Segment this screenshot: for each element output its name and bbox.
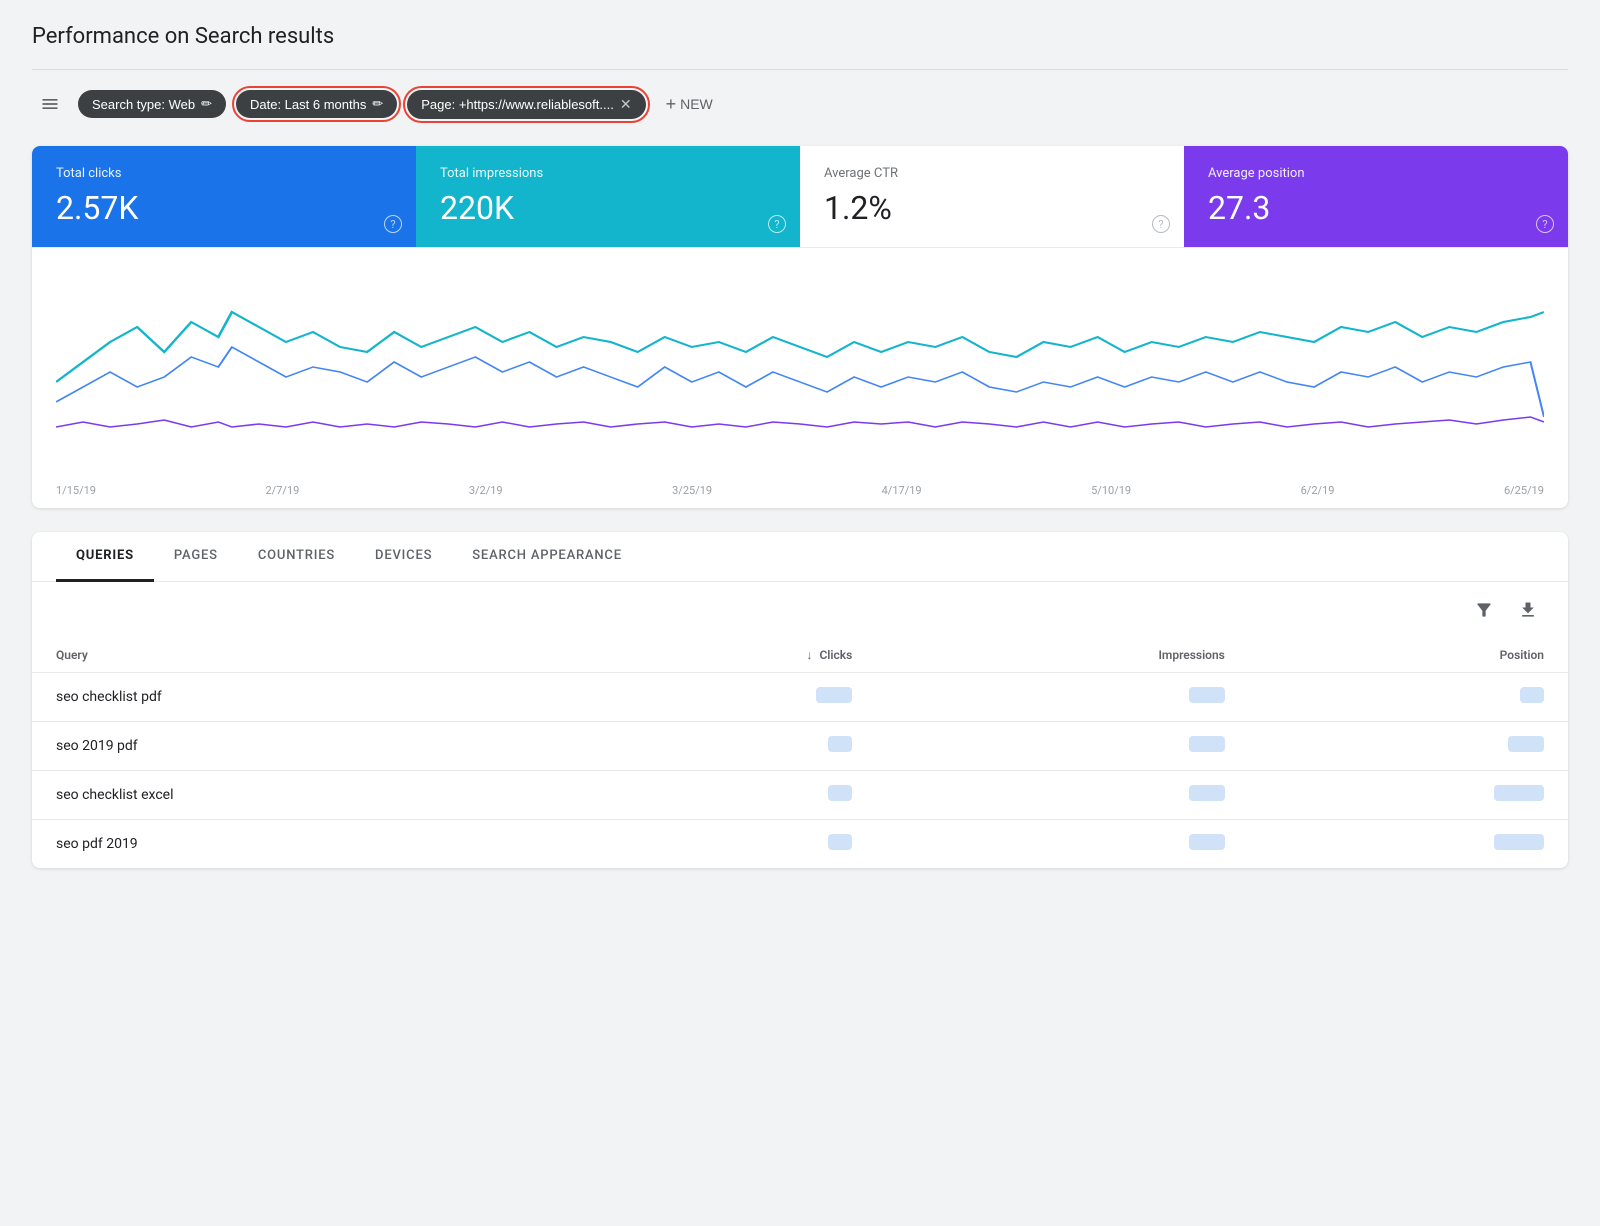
impressions-cell xyxy=(876,673,1249,722)
col-header-impressions[interactable]: Impressions xyxy=(876,638,1249,673)
filter-bar: Search type: Web ✏ Date: Last 6 months ✏… xyxy=(32,86,1568,122)
query-cell[interactable]: seo checklist excel xyxy=(32,771,571,820)
sort-down-icon: ↓ xyxy=(806,648,812,662)
metric-label-position: Average position xyxy=(1208,166,1544,181)
page-label: Page: +https://www.reliablesoft.... xyxy=(421,97,614,112)
queries-table: Query ↓ Clicks Impressions Position seo … xyxy=(32,638,1568,868)
col-header-position[interactable]: Position xyxy=(1249,638,1568,673)
menu-icon-button[interactable] xyxy=(32,86,68,122)
metric-help-impressions[interactable]: ? xyxy=(768,215,786,233)
tab-queries[interactable]: QUERIES xyxy=(56,532,154,582)
col-header-query: Query xyxy=(32,638,571,673)
tab-countries[interactable]: COUNTRIES xyxy=(238,532,355,582)
impressions-cell xyxy=(876,771,1249,820)
table-toolbar xyxy=(32,582,1568,638)
performance-card: Total clicks 2.57K ? Total impressions 2… xyxy=(32,146,1568,508)
query-cell[interactable]: seo pdf 2019 xyxy=(32,820,571,869)
position-cell xyxy=(1249,722,1568,771)
metric-help-clicks[interactable]: ? xyxy=(384,215,402,233)
metric-tile-impressions[interactable]: Total impressions 220K ? xyxy=(416,146,800,247)
chart-dates: 1/15/19 2/7/19 3/2/19 3/25/19 4/17/19 5/… xyxy=(56,476,1544,497)
download-button[interactable] xyxy=(1512,594,1544,626)
metrics-row: Total clicks 2.57K ? Total impressions 2… xyxy=(32,146,1568,248)
date-label-3: 3/2/19 xyxy=(469,484,503,497)
date-label-5: 4/17/19 xyxy=(882,484,922,497)
position-cell xyxy=(1249,820,1568,869)
page-title: Performance on Search results xyxy=(32,24,1568,49)
metric-tile-clicks[interactable]: Total clicks 2.57K ? xyxy=(32,146,416,247)
filter-rows-button[interactable] xyxy=(1468,594,1500,626)
metric-value-clicks: 2.57K xyxy=(56,189,392,227)
date-label-1: 1/15/19 xyxy=(56,484,96,497)
date-label-7: 6/2/19 xyxy=(1301,484,1335,497)
page-wrapper: Performance on Search results Search typ… xyxy=(0,0,1600,1226)
position-cell xyxy=(1249,673,1568,722)
page-chip[interactable]: Page: +https://www.reliablesoft.... ✕ xyxy=(407,90,645,119)
new-filter-button[interactable]: + NEW xyxy=(656,88,723,121)
date-label: Date: Last 6 months xyxy=(250,97,366,112)
date-edit-icon: ✏ xyxy=(372,96,383,112)
date-chip[interactable]: Date: Last 6 months ✏ xyxy=(236,90,397,118)
metric-tile-position[interactable]: Average position 27.3 ? xyxy=(1184,146,1568,247)
tab-devices[interactable]: DEVICES xyxy=(355,532,452,582)
metric-tile-ctr[interactable]: Average CTR 1.2% ? xyxy=(800,146,1184,247)
tabs-card: QUERIES PAGES COUNTRIES DEVICES SEARCH A… xyxy=(32,532,1568,868)
metric-label-clicks: Total clicks xyxy=(56,166,392,181)
plus-icon: + xyxy=(666,94,677,115)
table-row: seo pdf 2019 xyxy=(32,820,1568,869)
metric-value-impressions: 220K xyxy=(440,189,776,227)
new-filter-label: NEW xyxy=(680,96,713,112)
clicks-cell xyxy=(571,771,877,820)
metric-help-position[interactable]: ? xyxy=(1536,215,1554,233)
table-row: seo 2019 pdf xyxy=(32,722,1568,771)
table-row: seo checklist excel xyxy=(32,771,1568,820)
chart-area: 1/15/19 2/7/19 3/2/19 3/25/19 4/17/19 5/… xyxy=(32,248,1568,508)
tabs-row: QUERIES PAGES COUNTRIES DEVICES SEARCH A… xyxy=(32,532,1568,582)
tab-search-appearance[interactable]: SEARCH APPEARANCE xyxy=(452,532,642,582)
impressions-cell xyxy=(876,820,1249,869)
search-type-edit-icon: ✏ xyxy=(201,96,212,112)
date-label-6: 5/10/19 xyxy=(1091,484,1131,497)
impressions-cell xyxy=(876,722,1249,771)
metric-value-position: 27.3 xyxy=(1208,189,1544,227)
search-type-label: Search type: Web xyxy=(92,97,195,112)
metric-help-ctr[interactable]: ? xyxy=(1152,215,1170,233)
performance-chart xyxy=(56,272,1544,472)
metric-value-ctr: 1.2% xyxy=(824,189,1160,227)
query-cell[interactable]: seo checklist pdf xyxy=(32,673,571,722)
metric-label-ctr: Average CTR xyxy=(824,166,1160,181)
clicks-cell xyxy=(571,673,877,722)
clicks-cell xyxy=(571,820,877,869)
table-row: seo checklist pdf xyxy=(32,673,1568,722)
col-header-clicks[interactable]: ↓ Clicks xyxy=(571,638,877,673)
date-label-8: 6/25/19 xyxy=(1504,484,1544,497)
page-close-icon[interactable]: ✕ xyxy=(620,96,632,113)
date-label-4: 3/25/19 xyxy=(672,484,712,497)
header-divider xyxy=(32,69,1568,70)
metric-label-impressions: Total impressions xyxy=(440,166,776,181)
tab-pages[interactable]: PAGES xyxy=(154,532,238,582)
search-type-chip[interactable]: Search type: Web ✏ xyxy=(78,90,226,118)
date-label-2: 2/7/19 xyxy=(266,484,300,497)
clicks-cell xyxy=(571,722,877,771)
position-cell xyxy=(1249,771,1568,820)
query-cell[interactable]: seo 2019 pdf xyxy=(32,722,571,771)
